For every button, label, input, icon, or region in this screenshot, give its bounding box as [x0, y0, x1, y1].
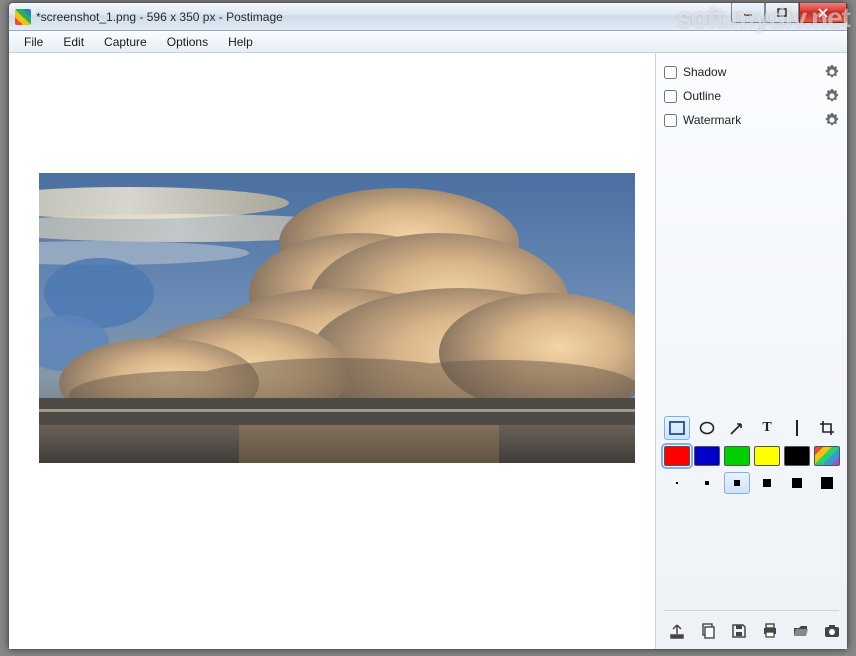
menu-capture[interactable]: Capture [95, 33, 156, 51]
color-red[interactable] [664, 446, 690, 466]
save-icon [731, 623, 747, 639]
tool-palette: T [664, 416, 839, 440]
size-2[interactable] [694, 472, 720, 494]
copy-button[interactable] [695, 619, 721, 643]
tool-text[interactable]: T [754, 416, 780, 440]
app-icon [15, 9, 31, 25]
screenshot-image[interactable] [39, 173, 635, 463]
tool-line[interactable] [784, 416, 810, 440]
maximize-icon [777, 8, 787, 18]
tool-crop[interactable] [814, 416, 840, 440]
minimize-icon [743, 8, 753, 18]
text-icon: T [762, 420, 771, 436]
camera-button[interactable] [819, 619, 845, 643]
outline-checkbox[interactable] [664, 90, 677, 103]
ellipse-icon [699, 421, 715, 435]
watermark-checkbox[interactable] [664, 114, 677, 127]
titlebar[interactable]: *screenshot_1.png - 596 x 350 px - Posti… [9, 3, 847, 31]
app-window: *screenshot_1.png - 596 x 350 px - Posti… [8, 2, 848, 650]
crop-icon [819, 420, 835, 436]
close-button[interactable] [799, 3, 847, 23]
color-green[interactable] [724, 446, 750, 466]
line-icon [794, 419, 800, 437]
maximize-button[interactable] [765, 3, 799, 23]
color-palette [664, 446, 839, 466]
tool-rectangle[interactable] [664, 416, 690, 440]
menubar: File Edit Capture Options Help [9, 31, 847, 53]
open-button[interactable] [788, 619, 814, 643]
clouds-illustration [39, 173, 635, 463]
option-outline-row: Outline [664, 85, 839, 107]
option-watermark-row: Watermark [664, 109, 839, 131]
watermark-label: Watermark [683, 113, 825, 127]
color-custom[interactable] [814, 446, 840, 466]
size-1[interactable] [664, 472, 690, 494]
action-bar [664, 610, 839, 643]
gear-icon[interactable] [825, 113, 839, 127]
menu-help[interactable]: Help [219, 33, 262, 51]
option-shadow-row: Shadow [664, 61, 839, 83]
shadow-label: Shadow [683, 65, 825, 79]
color-blue[interactable] [694, 446, 720, 466]
print-icon [762, 623, 778, 639]
close-icon [817, 8, 829, 18]
window-controls [731, 3, 847, 23]
size-5[interactable] [784, 472, 810, 494]
minimize-button[interactable] [731, 3, 765, 23]
print-button[interactable] [757, 619, 783, 643]
upload-icon [669, 623, 685, 639]
rectangle-icon [669, 421, 685, 435]
menu-options[interactable]: Options [158, 33, 217, 51]
size-4[interactable] [754, 472, 780, 494]
camera-icon [824, 624, 840, 638]
size-6[interactable] [814, 472, 840, 494]
gear-icon[interactable] [825, 65, 839, 79]
sidebar: Shadow Outline Watermark T [655, 53, 847, 649]
window-title: *screenshot_1.png - 596 x 350 px - Posti… [36, 10, 283, 24]
gear-icon[interactable] [825, 89, 839, 103]
tool-arrow[interactable] [724, 416, 750, 440]
color-black[interactable] [784, 446, 810, 466]
canvas-area[interactable] [9, 53, 655, 649]
outline-label: Outline [683, 89, 825, 103]
size-palette [664, 472, 839, 494]
shadow-checkbox[interactable] [664, 66, 677, 79]
save-button[interactable] [726, 619, 752, 643]
folder-open-icon [793, 623, 809, 639]
copy-icon [700, 623, 716, 639]
upload-button[interactable] [664, 619, 690, 643]
menu-file[interactable]: File [15, 33, 52, 51]
menu-edit[interactable]: Edit [54, 33, 93, 51]
size-3[interactable] [724, 472, 750, 494]
client-area: Shadow Outline Watermark T [9, 53, 847, 649]
arrow-icon [729, 420, 745, 436]
tool-ellipse[interactable] [694, 416, 720, 440]
color-yellow[interactable] [754, 446, 780, 466]
